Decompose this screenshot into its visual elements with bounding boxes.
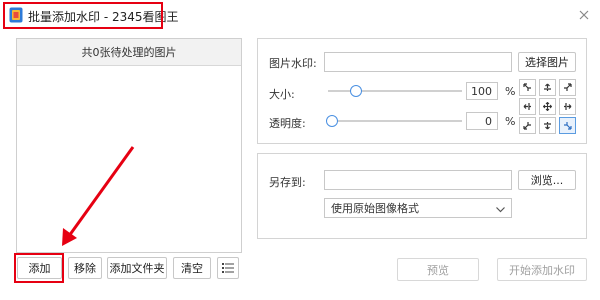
opacity-value-field[interactable]: 0 <box>466 112 498 130</box>
size-slider-track[interactable] <box>328 90 462 92</box>
opacity-slider-thumb[interactable] <box>326 115 338 127</box>
format-dropdown[interactable]: 使用原始图像格式 <box>324 198 512 218</box>
format-dropdown-value: 使用原始图像格式 <box>331 202 419 215</box>
title-highlight-box <box>3 2 163 29</box>
arrow-center-icon <box>543 102 552 111</box>
watermark-image-field[interactable] <box>324 52 512 72</box>
save-path-field[interactable] <box>324 170 512 190</box>
preview-button[interactable]: 预览 <box>397 258 479 281</box>
clear-button[interactable]: 清空 <box>173 257 211 279</box>
size-value-field[interactable]: 100 <box>466 82 498 100</box>
add-folder-button[interactable]: 添加文件夹 <box>107 257 167 279</box>
arrow-top-right-icon <box>564 83 572 91</box>
add-highlight-box <box>14 253 64 283</box>
arrow-top-center-icon <box>544 83 551 91</box>
remove-button[interactable]: 移除 <box>68 257 102 279</box>
image-list-panel[interactable]: 共0张待处理的图片 <box>16 38 242 253</box>
opacity-unit: % <box>505 115 516 128</box>
arrow-bottom-center-icon <box>544 122 551 130</box>
arrow-middle-left-icon <box>523 103 531 110</box>
close-icon <box>579 10 589 20</box>
arrow-top-left-icon <box>523 83 531 91</box>
position-bottom-center[interactable] <box>539 117 556 134</box>
save-to-label: 另存到: <box>269 176 306 189</box>
position-center[interactable] <box>539 98 556 115</box>
position-bottom-left[interactable] <box>519 117 536 134</box>
choose-image-button[interactable]: 选择图片 <box>518 52 576 72</box>
list-icon <box>222 263 234 273</box>
list-view-button[interactable] <box>217 257 239 279</box>
position-top-left[interactable] <box>519 79 536 96</box>
watermark-image-label: 图片水印: <box>269 57 317 70</box>
opacity-label: 透明度: <box>269 117 306 130</box>
image-count-header: 共0张待处理的图片 <box>17 39 241 66</box>
arrow-bottom-left-icon <box>523 122 531 130</box>
size-label: 大小: <box>269 88 295 101</box>
arrow-middle-right-icon <box>564 103 572 110</box>
position-bottom-right[interactable] <box>559 117 576 134</box>
position-top-right[interactable] <box>559 79 576 96</box>
opacity-slider-track[interactable] <box>328 120 462 122</box>
close-button[interactable] <box>574 5 594 25</box>
position-top-center[interactable] <box>539 79 556 96</box>
position-middle-right[interactable] <box>559 98 576 115</box>
size-slider-thumb[interactable] <box>350 85 362 97</box>
browse-button[interactable]: 浏览... <box>518 170 576 190</box>
position-middle-left[interactable] <box>519 98 536 115</box>
chevron-down-icon[interactable] <box>496 203 505 216</box>
start-watermark-button[interactable]: 开始添加水印 <box>497 258 587 281</box>
size-unit: % <box>505 85 516 98</box>
save-settings-panel <box>257 153 587 239</box>
arrow-bottom-right-icon <box>564 122 572 130</box>
